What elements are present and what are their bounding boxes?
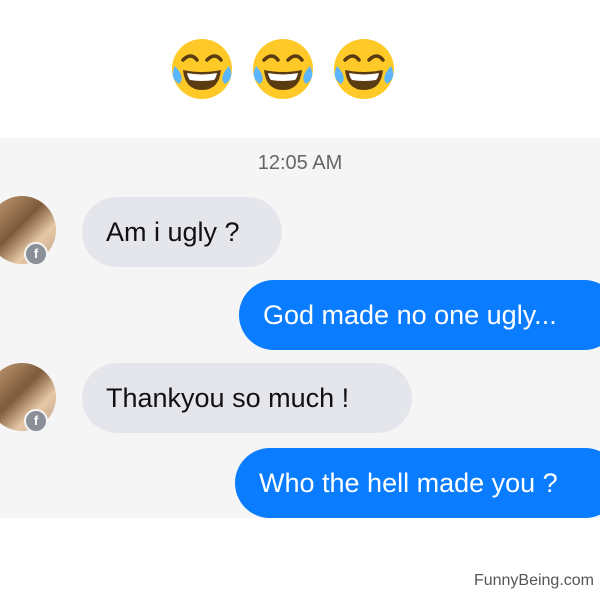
outgoing-message-bubble[interactable]: Who the hell made you ?	[235, 448, 600, 518]
meme-screenshot: 12:05 AM f Am i ugly ? God made no one u…	[0, 0, 600, 600]
facebook-badge-icon: f	[24, 242, 48, 266]
outgoing-message-bubble[interactable]: God made no one ugly...	[239, 280, 600, 350]
face-with-tears-of-joy-icon	[172, 39, 232, 99]
face-with-tears-of-joy-icon	[253, 39, 313, 99]
incoming-message-bubble[interactable]: Thankyou so much !	[82, 363, 412, 433]
incoming-message-bubble[interactable]: Am i ugly ?	[82, 197, 282, 267]
emoji-row	[0, 30, 600, 110]
contact-avatar[interactable]: f	[0, 363, 56, 433]
watermark: FunnyBeing.com	[473, 572, 594, 589]
chat-thread: 12:05 AM f Am i ugly ? God made no one u…	[0, 138, 600, 518]
contact-avatar[interactable]: f	[0, 196, 56, 266]
facebook-badge-icon: f	[24, 409, 48, 433]
message-timestamp: 12:05 AM	[257, 152, 343, 174]
face-with-tears-of-joy-icon	[334, 39, 394, 99]
